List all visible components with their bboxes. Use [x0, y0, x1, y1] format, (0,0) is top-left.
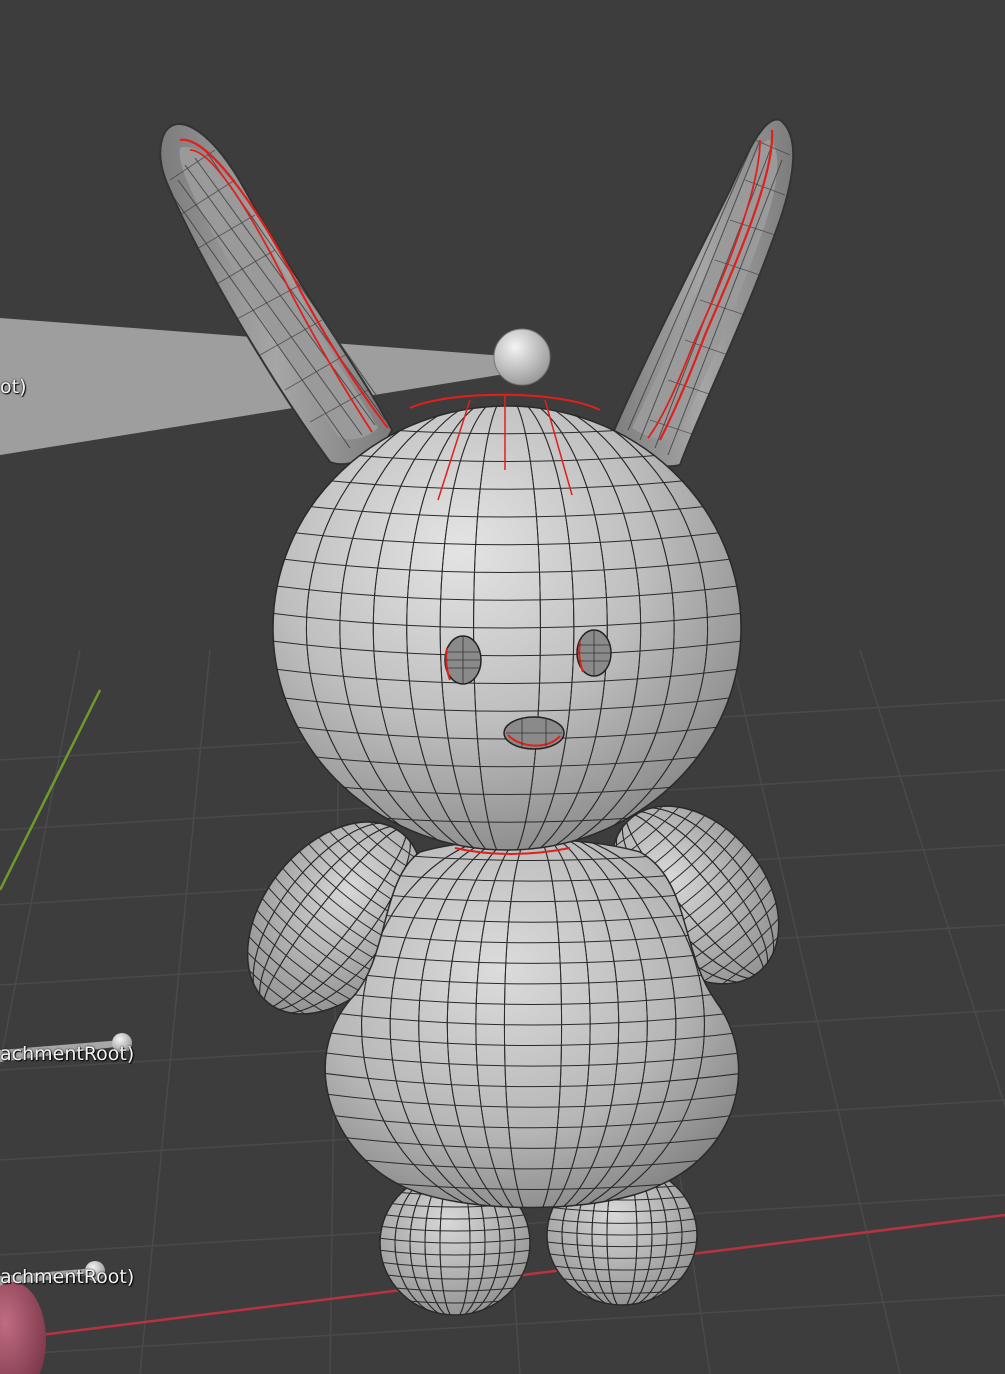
nose	[503, 716, 565, 750]
pink-object	[0, 1282, 46, 1374]
object-label-attachment-2: achmentRoot)	[0, 1266, 135, 1288]
right-eye	[576, 629, 612, 677]
y-axis-line	[0, 689, 102, 891]
right-ear	[608, 118, 795, 468]
left-eye	[444, 635, 482, 685]
object-label-attachment-1: achmentRoot)	[0, 1043, 135, 1065]
bunny-head	[272, 393, 742, 855]
viewport-scene[interactable]	[0, 0, 1005, 1374]
empty-root-sphere	[493, 328, 551, 386]
3d-viewport[interactable]: ot) achmentRoot) achmentRoot)	[0, 0, 1005, 1374]
object-label-root: ot)	[0, 376, 27, 398]
